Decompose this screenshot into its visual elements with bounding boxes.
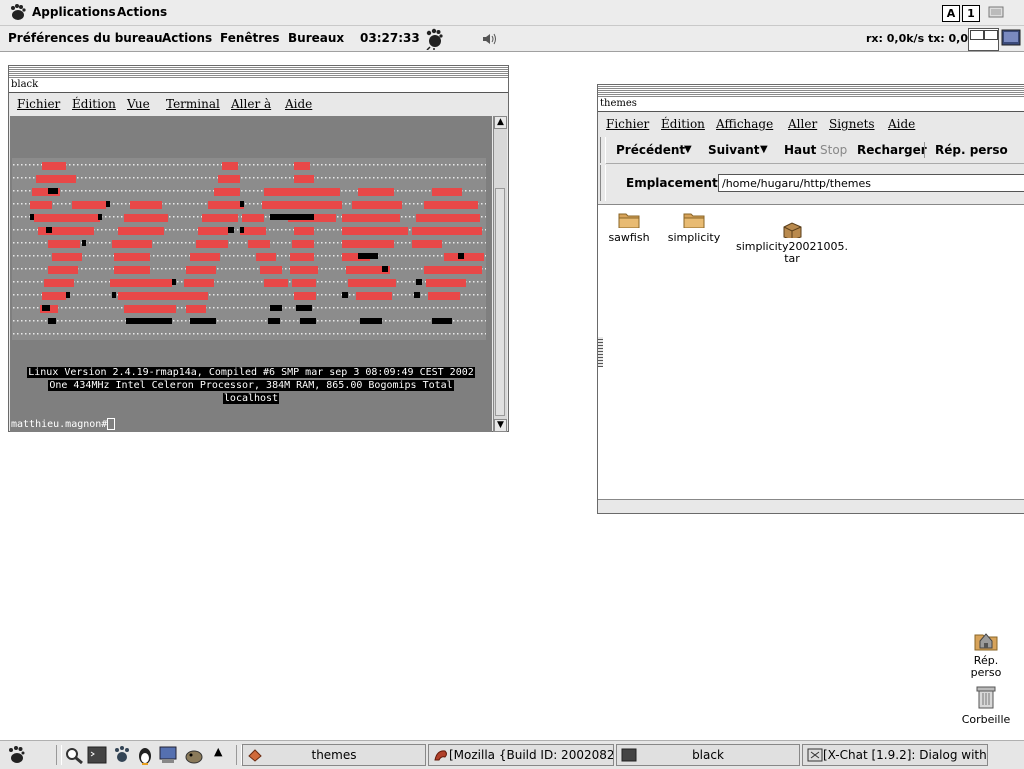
keyboard-1-indicator[interactable]: 1 bbox=[962, 5, 980, 22]
cpu-info-line: One 434MHz Intel Celeron Processor, 384M… bbox=[48, 380, 454, 391]
terminal-screen[interactable]: Linux Version 2.4.19-rmap14a, Compiled #… bbox=[10, 116, 492, 432]
reload-button[interactable]: Recharger bbox=[857, 137, 927, 163]
archive-box-icon bbox=[783, 222, 802, 241]
fm-menu-signets[interactable]: Signets bbox=[829, 114, 875, 134]
top-panel: Applications Actions A 1 bbox=[0, 0, 1024, 26]
task-label: themes bbox=[311, 748, 357, 762]
file-manager-window[interactable]: themes Fichier Édition Affichage Aller S… bbox=[597, 84, 1024, 514]
task-label: black bbox=[692, 748, 724, 762]
ascii-art-logo bbox=[12, 158, 486, 340]
stop-button[interactable]: Stop bbox=[820, 137, 847, 163]
launcher-expand-arrow-icon[interactable]: ▲ bbox=[214, 745, 222, 758]
second-panel: Préférences du bureau Actions Fenêtres B… bbox=[0, 26, 1024, 52]
applications-menu[interactable]: Applications bbox=[32, 0, 116, 25]
menu-aller-a[interactable]: Aller à bbox=[231, 94, 271, 114]
folder-icon bbox=[683, 213, 705, 229]
menu-fichier[interactable]: Fichier bbox=[17, 94, 60, 114]
text-cursor bbox=[107, 418, 116, 430]
gnome-menu-icon[interactable] bbox=[6, 745, 26, 765]
fm-menu-aide[interactable]: Aide bbox=[888, 114, 915, 134]
folder-icon bbox=[618, 213, 640, 229]
file-item-label: simplicity bbox=[667, 231, 721, 244]
scroll-thumb[interactable] bbox=[495, 188, 505, 416]
desktop-home-icon[interactable]: Rép. perso bbox=[958, 626, 1014, 679]
fm-menubar: Fichier Édition Affichage Aller Signets … bbox=[598, 114, 1024, 134]
fm-toolbar: Précédent ▼ Suivant ▼ Haut Stop Recharge… bbox=[606, 137, 1024, 164]
terminal-title: black bbox=[9, 78, 508, 93]
actions-menu[interactable]: Actions bbox=[117, 0, 167, 25]
scroll-down-arrow-icon[interactable]: ▼ bbox=[494, 419, 507, 432]
location-bar: Emplacement : /home/hugaru/http/themes bbox=[606, 165, 1024, 201]
terminal-scrollbar[interactable]: ▲ ▼ bbox=[493, 116, 507, 432]
task-label: [X-Chat [1.9.2]: Dialog with bbox=[823, 748, 987, 762]
task-xchat[interactable]: [X-Chat [1.9.2]: Dialog with bbox=[802, 744, 988, 766]
screen-launcher-icon[interactable] bbox=[158, 745, 180, 765]
keyboard-a-indicator[interactable]: A bbox=[942, 5, 960, 22]
shell-prompt[interactable]: matthieu.magnon# bbox=[11, 418, 116, 430]
file-view[interactable]: sawfish simplicity simplicity20021005. t… bbox=[598, 204, 1024, 500]
terminal-launcher-icon[interactable] bbox=[87, 746, 107, 764]
desktop-trash-icon[interactable]: Corbeille bbox=[956, 684, 1016, 726]
file-item-label: sawfish bbox=[608, 231, 650, 244]
menu-vue[interactable]: Vue bbox=[127, 94, 150, 114]
location-input[interactable]: /home/hugaru/http/themes bbox=[718, 174, 1024, 192]
task-label: [Mozilla {Build ID: 200208250 bbox=[449, 748, 614, 762]
xchat-task-icon bbox=[807, 748, 823, 762]
file-item[interactable]: simplicity bbox=[664, 211, 724, 244]
volume-icon[interactable] bbox=[481, 32, 499, 46]
display-icon[interactable] bbox=[988, 6, 1004, 18]
task-themes[interactable]: themes bbox=[242, 744, 426, 766]
scroll-up-arrow-icon[interactable]: ▲ bbox=[494, 116, 507, 129]
actions-menu-2[interactable]: Actions bbox=[162, 26, 212, 51]
menu-edition[interactable]: Édition bbox=[72, 94, 116, 114]
windows-menu[interactable]: Fenêtres bbox=[220, 26, 279, 51]
fm-statusbar bbox=[598, 499, 1024, 513]
workspace-pager[interactable] bbox=[968, 28, 999, 51]
home-button[interactable]: Rép. perso bbox=[935, 137, 1008, 163]
home-folder-icon bbox=[974, 633, 998, 651]
trash-icon bbox=[976, 686, 996, 709]
up-button[interactable]: Haut bbox=[784, 137, 816, 163]
taskbar-handle[interactable] bbox=[56, 745, 62, 765]
fm-menu-fichier[interactable]: Fichier bbox=[606, 114, 649, 134]
hostname-line: localhost bbox=[222, 393, 280, 404]
menu-aide[interactable]: Aide bbox=[285, 94, 312, 114]
location-label: Emplacement : bbox=[626, 176, 727, 190]
forward-button[interactable]: Suivant bbox=[708, 137, 760, 163]
terminal-window[interactable]: black Fichier Édition Vue Terminal Aller… bbox=[8, 65, 509, 432]
toolbar-separator bbox=[924, 142, 925, 158]
mozilla-task-icon bbox=[434, 750, 447, 761]
forward-dropdown-icon[interactable]: ▼ bbox=[760, 137, 768, 163]
gimp-launcher-icon[interactable] bbox=[183, 745, 205, 765]
menu-terminal[interactable]: Terminal bbox=[166, 94, 220, 114]
gnome-foot-icon-2[interactable] bbox=[424, 28, 444, 50]
file-item[interactable]: simplicity20021005. tar bbox=[734, 209, 850, 277]
fm-menu-aller[interactable]: Aller bbox=[788, 114, 817, 134]
fm-title: themes bbox=[598, 97, 1024, 112]
fm-menu-edition[interactable]: Édition bbox=[661, 114, 705, 134]
kernel-version-line: Linux Version 2.4.19-rmap14a, Compiled #… bbox=[27, 367, 475, 378]
file-item[interactable]: sawfish bbox=[606, 211, 652, 244]
task-black[interactable]: black bbox=[616, 744, 800, 766]
ascii-art-drawing bbox=[12, 158, 486, 340]
task-mozilla[interactable]: [Mozilla {Build ID: 200208250 bbox=[428, 744, 614, 766]
pane-resize-handle[interactable] bbox=[598, 337, 603, 367]
file-item-label: simplicity20021005. tar bbox=[735, 240, 848, 265]
desktop-home-label: Rép. perso bbox=[970, 654, 1002, 679]
fm-menu-affichage[interactable]: Affichage bbox=[716, 114, 773, 134]
desktop-trash-label: Corbeille bbox=[961, 713, 1011, 726]
tux-launcher-icon[interactable] bbox=[136, 745, 154, 765]
monitor-icon[interactable] bbox=[1001, 29, 1021, 48]
back-button[interactable]: Précédent bbox=[616, 137, 685, 163]
clock[interactable]: 03:27:33 bbox=[360, 26, 420, 51]
bottom-taskbar: ▲ themes [Mozilla {Build ID: 200208250 b… bbox=[0, 740, 1024, 769]
back-dropdown-icon[interactable]: ▼ bbox=[684, 137, 692, 163]
terminal-menubar: Fichier Édition Vue Terminal Aller à Aid… bbox=[9, 94, 508, 114]
desktop-preferences-menu[interactable]: Préférences du bureau bbox=[8, 26, 163, 51]
gnome-foot-icon[interactable] bbox=[8, 3, 26, 21]
magnifier-launcher-icon[interactable] bbox=[64, 746, 84, 764]
gnome-foot-launcher-icon[interactable] bbox=[112, 745, 132, 765]
desktops-menu[interactable]: Bureaux bbox=[288, 26, 344, 51]
